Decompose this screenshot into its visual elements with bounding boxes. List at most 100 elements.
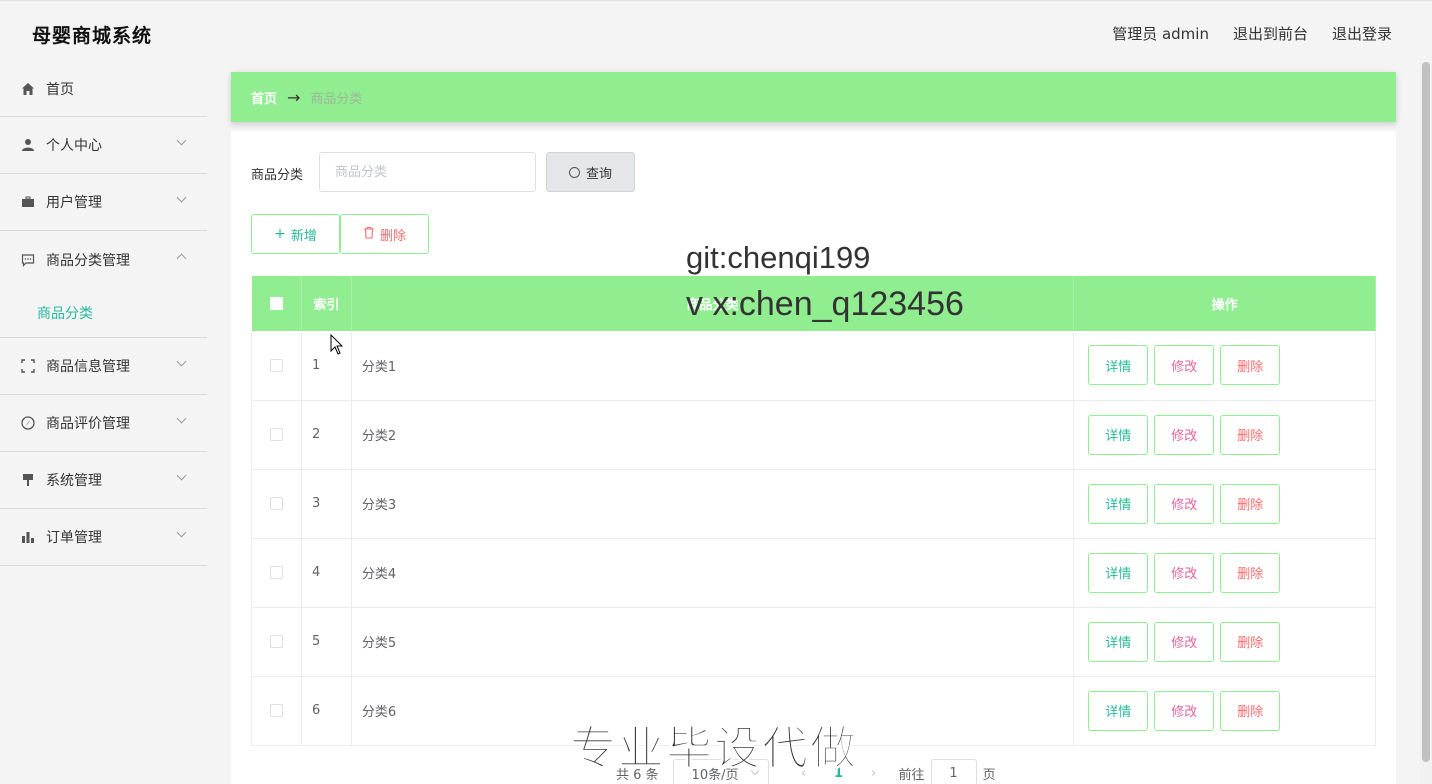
table-row: 1 分类1 详情 修改 删除 [251, 331, 1376, 401]
row-checkbox[interactable] [269, 704, 283, 717]
goto-page-input[interactable] [930, 759, 977, 784]
row-name: 分类2 [351, 400, 1075, 470]
sidebar-item-personal-center[interactable]: 个人中心 [0, 117, 207, 174]
row-checkbox[interactable] [269, 497, 283, 510]
table-row: 2 分类2 详情 修改 删除 [251, 400, 1376, 470]
edit-button[interactable]: 修改 [1154, 345, 1215, 386]
chevron-down-icon [176, 135, 187, 146]
sidebar-item-review-management[interactable]: 商品评价管理 [0, 395, 207, 452]
sidebar-item-order-management[interactable]: 订单管理 [0, 509, 207, 566]
row-index: 3 [301, 469, 352, 539]
edit-button[interactable]: 修改 [1154, 552, 1215, 593]
breadcrumb-home[interactable]: 首页 [251, 88, 277, 107]
row-select-cell [251, 607, 302, 677]
row-select-cell [251, 469, 302, 539]
chevron-down-icon [176, 356, 187, 367]
compass-icon [20, 415, 36, 431]
detail-button[interactable]: 详情 [1088, 552, 1149, 593]
row-name: 分类4 [351, 538, 1075, 608]
sidebar-item-label: 商品分类管理 [46, 252, 130, 269]
edit-button[interactable]: 修改 [1154, 621, 1215, 662]
table-row: 5 分类5 详情 修改 删除 [251, 607, 1376, 677]
goto-suffix: 页 [982, 767, 996, 783]
sidebar-item-label: 系统管理 [46, 473, 102, 489]
row-name: 分类1 [351, 331, 1075, 401]
chevron-down-icon [176, 192, 187, 203]
sidebar-item-product-info[interactable]: 商品信息管理 [0, 338, 207, 395]
row-ops: 详情 修改 删除 [1073, 469, 1376, 539]
add-button[interactable]: + 新增 [251, 214, 340, 254]
row-checkbox[interactable] [269, 358, 283, 372]
search-input[interactable] [319, 152, 536, 192]
edit-button[interactable]: 修改 [1154, 414, 1215, 455]
chat-icon [20, 252, 36, 268]
detail-button[interactable]: 详情 [1088, 345, 1149, 386]
row-name: 分类3 [351, 469, 1075, 539]
delete-button[interactable]: 删除 [1220, 483, 1281, 524]
row-select-cell [251, 331, 302, 401]
row-select-cell [251, 676, 302, 746]
chevron-up-icon [176, 253, 187, 264]
sidebar-item-label: 首页 [46, 82, 74, 98]
detail-button[interactable]: 详情 [1088, 621, 1149, 662]
select-all-checkbox[interactable] [269, 297, 283, 310]
row-index: 2 [301, 400, 352, 470]
sidebar-item-home[interactable]: 首页 [0, 62, 207, 117]
sidebar-item-label: 订单管理 [46, 530, 102, 546]
watermark-vx: v x:chen_q123456 [686, 285, 964, 323]
row-ops: 详情 修改 删除 [1073, 331, 1376, 401]
sidebar-item-category-management[interactable]: 商品分类管理 [0, 231, 207, 288]
trash-icon [363, 226, 375, 243]
row-checkbox[interactable] [269, 428, 283, 441]
fullscreen-icon [20, 358, 36, 374]
logout-link[interactable]: 退出登录 [1332, 23, 1392, 44]
search-icon [568, 166, 580, 178]
plus-icon: + [274, 226, 286, 242]
sidebar-item-label: 用户管理 [46, 195, 102, 211]
next-page-button[interactable]: › [859, 766, 889, 781]
header-index: 索引 [301, 276, 352, 331]
mouse-cursor-icon [330, 333, 344, 360]
delete-button[interactable]: 删除 [1220, 621, 1281, 662]
exit-to-front-link[interactable]: 退出到前台 [1233, 23, 1308, 44]
select-all-header [251, 276, 302, 331]
home-icon [20, 81, 36, 97]
sidebar-item-system-management[interactable]: 系统管理 [0, 452, 207, 509]
detail-button[interactable]: 详情 [1088, 483, 1149, 524]
add-button-label: 新增 [290, 228, 317, 244]
sidebar-item-label: 商品信息管理 [46, 359, 130, 375]
caption-overlay: 专业毕设代做 [570, 721, 858, 776]
sidebar-item-user-management[interactable]: 用户管理 [0, 174, 207, 231]
batch-delete-button[interactable]: 删除 [340, 214, 429, 254]
row-select-cell [251, 538, 302, 608]
admin-label[interactable]: 管理员 admin [1112, 23, 1209, 44]
edit-button[interactable]: 修改 [1154, 690, 1215, 731]
row-checkbox[interactable] [269, 635, 283, 648]
row-checkbox[interactable] [269, 566, 283, 579]
delete-button[interactable]: 删除 [1220, 414, 1281, 455]
brush-icon [20, 472, 36, 488]
row-ops: 详情 修改 删除 [1073, 607, 1376, 677]
sidebar-subitem-category[interactable]: 商品分类 [0, 288, 207, 338]
search-button[interactable]: 查询 [546, 152, 635, 192]
delete-button[interactable]: 删除 [1220, 552, 1281, 593]
row-name: 分类5 [351, 607, 1075, 677]
watermark-git: git:chenqi199 [686, 240, 871, 275]
breadcrumb-current: 商品分类 [310, 91, 363, 107]
app-title: 母婴商城系统 [32, 25, 153, 47]
row-index: 5 [301, 607, 352, 677]
user-icon [20, 137, 36, 153]
detail-button[interactable]: 详情 [1088, 414, 1149, 455]
edit-button[interactable]: 修改 [1154, 483, 1215, 524]
header-ops: 操作 [1073, 276, 1376, 331]
delete-button[interactable]: 删除 [1220, 345, 1281, 386]
chevron-down-icon [176, 527, 187, 538]
row-select-cell [251, 400, 302, 470]
delete-button[interactable]: 删除 [1220, 690, 1281, 731]
detail-button[interactable]: 详情 [1088, 690, 1149, 731]
breadcrumb: 首页 → 商品分类 [231, 72, 1396, 122]
table-row: 4 分类4 详情 修改 删除 [251, 538, 1376, 608]
briefcase-icon [20, 194, 36, 210]
page-scrollbar-thumb[interactable] [1422, 62, 1430, 762]
sidebar-item-label: 个人中心 [46, 138, 102, 154]
